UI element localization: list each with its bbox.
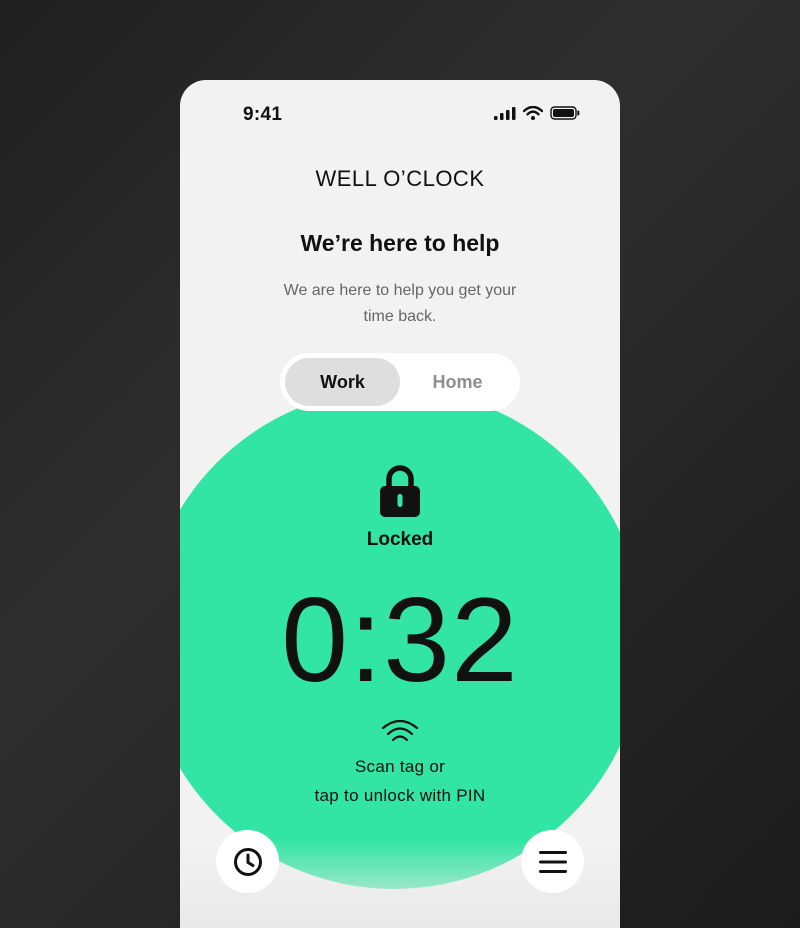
unlock-instructions[interactable]: Scan tag or tap to unlock with PIN <box>180 752 620 810</box>
status-time: 9:41 <box>243 104 283 125</box>
unlock-instruction-line2: tap to unlock with PIN <box>314 786 486 805</box>
battery-icon <box>550 106 580 120</box>
wifi-icon <box>523 106 543 120</box>
nfc-icon <box>381 720 419 742</box>
page-title: We’re here to help <box>300 230 500 256</box>
menu-button[interactable] <box>521 830 584 893</box>
hamburger-menu-icon <box>538 850 567 873</box>
phone-screen: 9:41 WELL O’CLOCK We’re here to help We … <box>180 80 620 928</box>
lock-status-label: Locked <box>366 529 434 550</box>
toggle-home[interactable]: Home <box>400 358 515 406</box>
app-logo: WELL O’CLOCK <box>315 166 485 191</box>
countdown-timer: 0:32 <box>281 573 519 707</box>
history-button[interactable] <box>216 830 279 893</box>
mode-toggle: Work Home <box>280 353 520 411</box>
status-bar: 9:41 <box>180 80 620 150</box>
lock-icon <box>380 465 420 517</box>
status-icons <box>494 106 580 120</box>
unlock-instruction-line1: Scan tag or <box>354 757 446 776</box>
cellular-signal-icon <box>494 106 516 120</box>
toggle-work[interactable]: Work <box>285 358 400 406</box>
page-subtitle: We are here to help you get your time ba… <box>283 282 517 325</box>
clock-icon <box>233 847 262 876</box>
